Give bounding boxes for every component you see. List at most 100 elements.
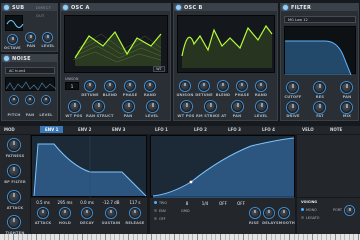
filter-curve-graphic bbox=[285, 40, 352, 76]
voicing-legato[interactable]: LEGATO bbox=[301, 216, 319, 220]
waveform-graphic bbox=[181, 24, 273, 68]
filter-drive-knob[interactable] bbox=[287, 102, 298, 113]
lfo-opt-off[interactable]: OFF bbox=[154, 217, 166, 221]
osc-a-warp-knob[interactable] bbox=[93, 101, 104, 112]
lfo-opt-env[interactable]: ENV bbox=[154, 209, 166, 213]
osc-a-phase-knob[interactable] bbox=[125, 81, 135, 91]
env-sustain-knob[interactable] bbox=[106, 208, 116, 218]
tab-lfo-3[interactable]: LFO 3 bbox=[228, 126, 241, 133]
osc-a-wavetable-display[interactable] bbox=[64, 15, 168, 73]
tab-velo[interactable]: VELO bbox=[302, 126, 314, 133]
noise-pan-knob[interactable] bbox=[26, 96, 34, 104]
noise-header: NOISE bbox=[2, 55, 57, 63]
filter-fat-label: FAT bbox=[316, 114, 324, 118]
osc-a-wt-button[interactable]: WT bbox=[153, 66, 165, 72]
env-decay-knob[interactable] bbox=[82, 208, 92, 218]
noise-title: NOISE bbox=[12, 56, 31, 62]
osc-a-unison-value[interactable]: 1 bbox=[65, 82, 79, 90]
sub-pan-knob[interactable] bbox=[26, 33, 35, 42]
lfo-rate-knob[interactable] bbox=[250, 208, 260, 218]
tab-lfo-2[interactable]: LFO 2 bbox=[194, 126, 207, 133]
osc-b-pan-knob[interactable] bbox=[232, 101, 243, 112]
sub-direct-out[interactable]: DIRECT OUT bbox=[36, 4, 57, 20]
noise-select[interactable]: AC hum4 bbox=[5, 67, 55, 74]
osc-a-level-knob[interactable] bbox=[147, 101, 158, 112]
osc-b-level-knob[interactable] bbox=[256, 101, 267, 112]
noise-level-knob[interactable] bbox=[42, 96, 50, 104]
env-attack-value[interactable]: 0.5 ms bbox=[33, 200, 53, 205]
osc-a-detune-knob[interactable] bbox=[85, 81, 95, 91]
osc-b-detune-label: DETUNE bbox=[195, 93, 213, 97]
lfo-smooth-label: SMOOTH bbox=[276, 221, 295, 225]
sub-level-knob[interactable] bbox=[43, 33, 52, 42]
sub-octave-knob[interactable] bbox=[8, 35, 17, 44]
lfo-grid-label: GRID bbox=[181, 209, 190, 213]
voicing-panel: VOICING MONO LEGATO PORT bbox=[297, 198, 360, 234]
macro-1-knob[interactable] bbox=[8, 139, 20, 151]
osc-a-level-label: LEVEL bbox=[145, 114, 159, 118]
macro-4-knob[interactable] bbox=[8, 216, 20, 228]
macro-3-knob[interactable] bbox=[8, 191, 20, 203]
tab-env-3[interactable]: ENV 3 bbox=[112, 126, 125, 133]
filter-cutoff-knob[interactable] bbox=[287, 82, 298, 93]
filter-res-knob[interactable] bbox=[314, 82, 325, 93]
lfo-graph[interactable] bbox=[150, 135, 295, 198]
lfo-dot-value[interactable]: OFF bbox=[234, 201, 248, 206]
lfo-smooth-knob[interactable] bbox=[279, 208, 289, 218]
macro-column: FATNESS BP FILTER ATTACK TIGHTEN bbox=[0, 135, 30, 240]
osc-a-blend-knob[interactable] bbox=[105, 81, 115, 91]
osc-b-title: OSC B bbox=[184, 5, 203, 11]
osc-a-wtpos-knob[interactable] bbox=[69, 101, 80, 112]
power-icon[interactable] bbox=[176, 5, 181, 10]
power-icon[interactable] bbox=[4, 56, 9, 61]
osc-b-unison-knob[interactable] bbox=[180, 81, 190, 91]
tab-lfo-4[interactable]: LFO 4 bbox=[262, 126, 275, 133]
power-icon[interactable] bbox=[63, 5, 68, 10]
filter-mix-knob[interactable] bbox=[341, 102, 352, 113]
filter-fat-knob[interactable] bbox=[314, 102, 325, 113]
filter-pan-knob[interactable] bbox=[341, 82, 352, 93]
lfo-mode-value[interactable]: 1/4 bbox=[198, 201, 212, 206]
osc-a-pan-knob[interactable] bbox=[123, 101, 134, 112]
osc-a-rand-knob[interactable] bbox=[145, 81, 155, 91]
tab-lfo-1[interactable]: LFO 1 bbox=[155, 126, 168, 133]
osc-a-detune-label: DETUNE bbox=[81, 93, 99, 97]
env-attack-knob[interactable] bbox=[38, 208, 48, 218]
voicing-mono[interactable]: MONO bbox=[301, 208, 317, 212]
osc-b-phase-knob[interactable] bbox=[237, 81, 247, 91]
osc-b-wavetable-display[interactable] bbox=[177, 15, 275, 73]
voicing-porta-knob[interactable] bbox=[345, 206, 354, 215]
power-icon[interactable] bbox=[283, 5, 288, 10]
lfo-opt-trig[interactable]: TRIG bbox=[154, 201, 167, 205]
lfo-bpm-value[interactable]: OFF bbox=[216, 201, 230, 206]
osc-b-warp-knob[interactable] bbox=[205, 101, 216, 112]
env-decay-label: DECAY bbox=[79, 221, 95, 225]
env-sustain-value[interactable]: -12.7 dB bbox=[99, 200, 123, 205]
env-hold-value[interactable]: 295 ms bbox=[55, 200, 75, 205]
lfo-grid-value[interactable]: 8 bbox=[180, 201, 194, 206]
power-icon[interactable] bbox=[4, 5, 9, 10]
env-release-knob[interactable] bbox=[130, 208, 140, 218]
macro-2-knob[interactable] bbox=[8, 165, 20, 177]
env-decay-value[interactable]: 0.0 ms bbox=[77, 200, 97, 205]
voicing-porta[interactable]: PORT bbox=[333, 208, 342, 212]
osc-b-wtpos-knob[interactable] bbox=[181, 101, 192, 112]
lfo-node-icon[interactable] bbox=[189, 180, 193, 184]
lfo-rise-knob[interactable] bbox=[264, 208, 274, 218]
keyboard[interactable] bbox=[0, 234, 360, 240]
env-release-value[interactable]: 117 s bbox=[125, 200, 145, 205]
filter-type-select[interactable]: MG Low 12 bbox=[284, 16, 356, 23]
env-graph[interactable] bbox=[31, 135, 147, 198]
env-hold-knob[interactable] bbox=[60, 208, 70, 218]
sub-header: SUB DIRECT OUT bbox=[2, 4, 57, 18]
osc-b-blend-knob[interactable] bbox=[218, 81, 228, 91]
noise-pitch-knob[interactable] bbox=[10, 96, 18, 104]
osc-b-detune-knob[interactable] bbox=[199, 81, 209, 91]
osc-b-rand-knob[interactable] bbox=[256, 81, 266, 91]
tab-note[interactable]: NOTE bbox=[330, 126, 342, 133]
tab-mod[interactable]: MOD bbox=[4, 126, 15, 133]
env-hold-label: HOLD bbox=[58, 221, 72, 225]
osc-b-rand-label: RAND bbox=[254, 93, 268, 97]
tab-env-1[interactable]: ENV 1 bbox=[40, 126, 64, 133]
tab-env-2[interactable]: ENV 2 bbox=[78, 126, 91, 133]
